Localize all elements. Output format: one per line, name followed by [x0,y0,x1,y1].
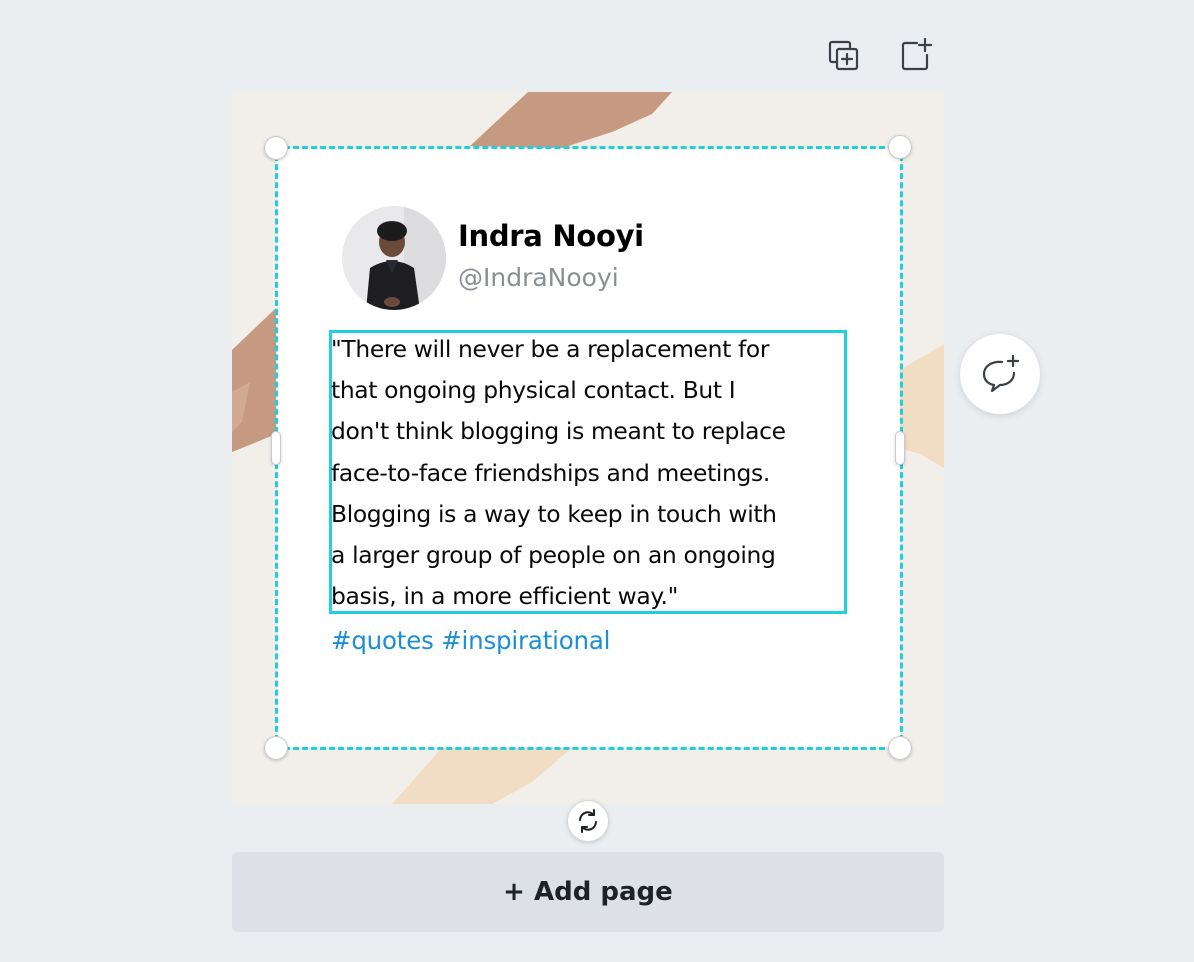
quote-text[interactable]: "There will never be a replacement for t… [331,329,851,617]
quote-line: don't think blogging is meant to replace [331,417,786,446]
author-name[interactable]: Indra Nooyi [458,219,644,253]
quote-line: "There will never be a replacement for [331,335,770,363]
rotate-icon [579,809,597,833]
editor-canvas: Indra Nooyi @IndraNooyi "There will neve… [0,0,1194,962]
resize-handle-right[interactable] [895,431,905,465]
add-page-button[interactable]: + Add page [232,852,944,932]
resize-handle-top-left[interactable] [264,136,288,160]
quote-line: that ongoing physical contact. But I [331,376,736,405]
quote-line: basis, in a more efficient way." [331,582,678,611]
resize-handle-left[interactable] [271,431,281,465]
author-handle[interactable]: @IndraNooyi [458,263,619,292]
quote-line: a larger group of people on an ongoing [331,541,776,570]
hashtags[interactable]: #quotes #inspirational [331,626,610,655]
rotate-handle[interactable] [567,800,609,842]
add-comment-icon [982,354,1020,393]
avatar[interactable] [342,206,446,310]
duplicate-page-icon[interactable] [826,38,862,74]
resize-handle-bottom-left[interactable] [264,736,288,760]
add-comment-button[interactable] [960,334,1040,414]
resize-handle-bottom-right[interactable] [888,736,912,760]
add-page-icon[interactable] [898,36,934,72]
resize-handle-top-right[interactable] [888,135,912,159]
quote-line: face-to-face friendships and meetings. [331,458,770,487]
quote-line: Blogging is a way to keep in touch with [331,499,777,528]
